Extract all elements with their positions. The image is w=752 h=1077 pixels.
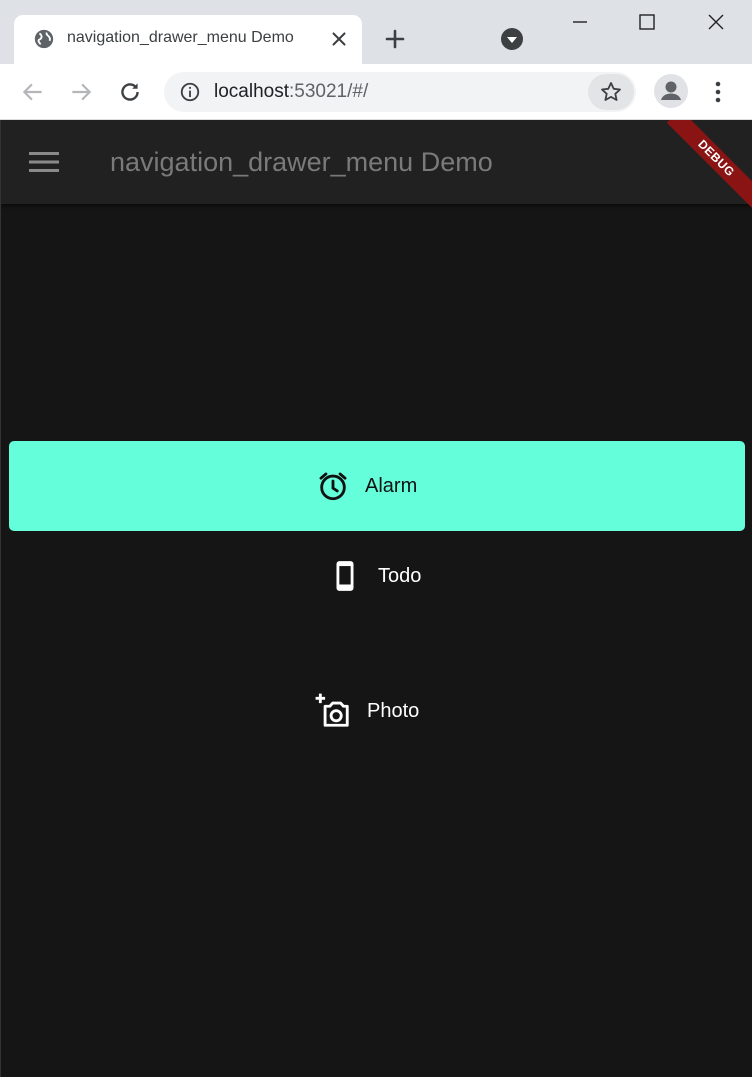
- minimize-icon[interactable]: [568, 10, 592, 34]
- add-a-photo-icon: [315, 693, 349, 727]
- forward-arrow-icon[interactable]: [68, 79, 94, 105]
- info-icon[interactable]: [179, 81, 201, 103]
- phone-icon: [336, 561, 354, 591]
- menu-icon[interactable]: [29, 150, 59, 174]
- nav-item-alarm[interactable]: Alarm: [9, 441, 745, 531]
- nav-item-photo[interactable]: Photo: [9, 666, 745, 756]
- alarm-icon: [319, 472, 347, 501]
- browser-toolbar: localhost:53021/#/: [0, 64, 752, 120]
- reload-icon[interactable]: [117, 79, 143, 105]
- tab-title: navigation_drawer_menu Demo: [67, 29, 294, 46]
- window-close-icon[interactable]: [704, 10, 728, 34]
- bookmark-button[interactable]: [588, 74, 634, 110]
- nav-item-label: Alarm: [365, 474, 418, 497]
- nav-item-label: Todo: [378, 564, 422, 587]
- url-text[interactable]: localhost:53021/#/: [214, 81, 368, 103]
- more-vert-icon[interactable]: [706, 79, 730, 105]
- browser-tabstrip: navigation_drawer_menu Demo: [0, 0, 752, 64]
- new-tab-icon[interactable]: [383, 27, 407, 51]
- close-tab-icon[interactable]: [328, 28, 350, 50]
- app-viewport: navigation_drawer_menu Demo DEBUG Alarm …: [0, 120, 752, 1077]
- nav-item-todo[interactable]: Todo: [9, 531, 745, 621]
- browser-tab[interactable]: navigation_drawer_menu Demo: [14, 15, 362, 64]
- url-host: localhost: [214, 81, 289, 102]
- app-bar: navigation_drawer_menu Demo: [1, 120, 752, 204]
- profile-avatar[interactable]: [654, 74, 688, 108]
- app-title: navigation_drawer_menu Demo: [110, 147, 493, 177]
- url-path: :53021/#/: [289, 81, 369, 102]
- globe-icon: [34, 29, 54, 49]
- tab-search-icon[interactable]: [500, 27, 524, 51]
- nav-item-label: Photo: [367, 699, 420, 722]
- person-icon: [661, 81, 681, 100]
- star-icon: [601, 82, 621, 101]
- maximize-icon[interactable]: [635, 10, 659, 34]
- address-bar[interactable]: localhost:53021/#/: [164, 72, 636, 112]
- back-arrow-icon[interactable]: [20, 79, 46, 105]
